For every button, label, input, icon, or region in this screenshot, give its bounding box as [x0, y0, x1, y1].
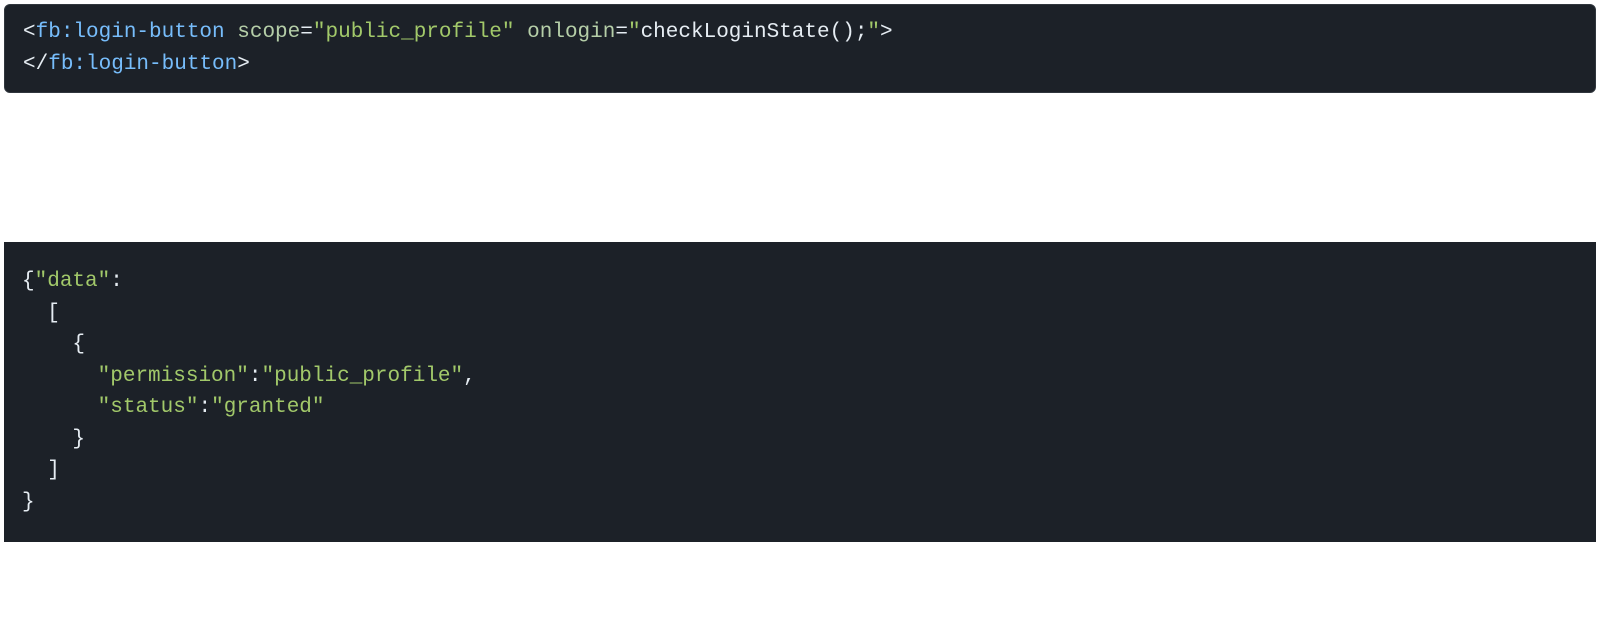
brace-close: }	[22, 491, 35, 514]
quote: "	[502, 21, 515, 44]
quote: "	[867, 21, 880, 44]
attr-value: public_profile	[325, 21, 501, 44]
quote: "	[98, 365, 111, 388]
json-key: data	[47, 270, 97, 293]
punct-gt: >	[880, 21, 893, 44]
code-line: <fb:login-button scope="public_profile" …	[23, 21, 893, 44]
code-line: "permission":"public_profile",	[22, 365, 476, 388]
json-key: status	[110, 396, 186, 419]
quote: "	[35, 270, 48, 293]
bracket-close: ]	[47, 459, 60, 482]
quote: "	[211, 396, 224, 419]
tag-name: fb:login-button	[36, 21, 225, 44]
quote: "	[98, 270, 111, 293]
attr-value: checkLoginState();	[641, 21, 868, 44]
spacer	[0, 97, 1600, 242]
quote: "	[312, 396, 325, 419]
quote: "	[628, 21, 641, 44]
code-line: }	[22, 428, 85, 451]
punct-eq: =	[300, 21, 313, 44]
punct-colon: :	[110, 270, 123, 293]
quote: "	[98, 396, 111, 419]
attr-name: onlogin	[527, 21, 615, 44]
punct-gt: >	[237, 53, 250, 76]
bracket-open: [	[47, 302, 60, 325]
tag-name: fb:login-button	[48, 53, 237, 76]
code-line: {	[22, 333, 85, 356]
punct-lt-slash: </	[23, 53, 48, 76]
code-line: }	[22, 491, 35, 514]
quote: "	[261, 365, 274, 388]
punct-colon: :	[249, 365, 262, 388]
code-line: </fb:login-button>	[23, 53, 250, 76]
brace-close: }	[72, 428, 85, 451]
code-line: ]	[22, 459, 60, 482]
punct-comma: ,	[463, 365, 476, 388]
code-line: [	[22, 302, 60, 325]
code-block-html: <fb:login-button scope="public_profile" …	[4, 4, 1596, 93]
code-line: {"data":	[22, 270, 123, 293]
json-key: permission	[110, 365, 236, 388]
brace-open: {	[72, 333, 85, 356]
json-value: granted	[224, 396, 312, 419]
json-value: public_profile	[274, 365, 450, 388]
quote: "	[186, 396, 199, 419]
punct-lt: <	[23, 21, 36, 44]
quote: "	[451, 365, 464, 388]
attr-name: scope	[237, 21, 300, 44]
quote: "	[313, 21, 326, 44]
punct-eq: =	[615, 21, 628, 44]
punct-colon: :	[198, 396, 211, 419]
brace-open: {	[22, 270, 35, 293]
quote: "	[236, 365, 249, 388]
code-line: "status":"granted"	[22, 396, 325, 419]
code-block-json: {"data": [ { "permission":"public_profil…	[4, 242, 1596, 542]
